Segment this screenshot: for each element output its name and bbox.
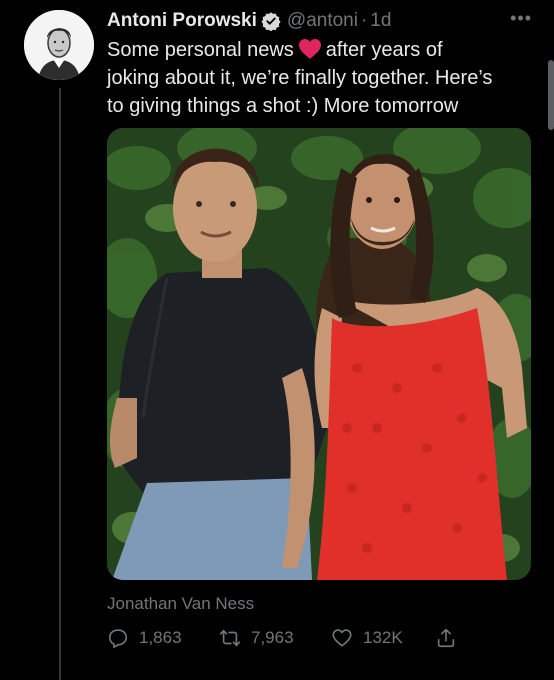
tweet-text-line1-after: after years of: [325, 39, 443, 61]
scrollbar[interactable]: [548, 60, 554, 130]
tweet-text-line3: to giving things a shot :) More tomorrow: [107, 95, 459, 117]
timestamp[interactable]: 1d: [370, 10, 391, 32]
avatar[interactable]: [24, 10, 94, 80]
retweet-icon: [219, 629, 241, 647]
thread-line: [59, 88, 61, 680]
separator-dot: ·: [360, 10, 368, 31]
reply-button[interactable]: 1,863: [107, 627, 219, 649]
retweet-count: 7,963: [251, 628, 294, 647]
reply-icon: [108, 629, 128, 648]
share-icon: [437, 628, 455, 648]
tagged-user-name[interactable]: Jonathan Van Ness: [107, 594, 254, 614]
heart-emoji-icon: [298, 38, 322, 60]
tweet-header: Antoni Porowski @antoni · 1d: [107, 8, 540, 34]
retweet-button[interactable]: 7,963: [219, 627, 331, 649]
more-icon[interactable]: •••: [510, 8, 532, 29]
tweet-actions: 1,863 7,963 132K: [107, 624, 467, 652]
tweet-text-line2: joking about it, we’re finally together.…: [107, 67, 493, 89]
tweet-photo[interactable]: [107, 128, 531, 580]
tweet-text: Some personal news after years of joking …: [107, 36, 537, 120]
verified-badge-icon: [261, 11, 281, 31]
like-count: 132K: [363, 628, 403, 647]
share-button[interactable]: [435, 627, 457, 649]
like-icon: [332, 629, 352, 647]
author-name[interactable]: Antoni Porowski: [107, 10, 257, 32]
like-button[interactable]: 132K: [331, 627, 435, 649]
tagged-user[interactable]: Jonathan Van Ness: [107, 594, 254, 614]
tweet-text-line1-before: Some personal news: [107, 39, 294, 61]
reply-count: 1,863: [139, 628, 182, 647]
author-handle[interactable]: @antoni: [287, 10, 358, 32]
